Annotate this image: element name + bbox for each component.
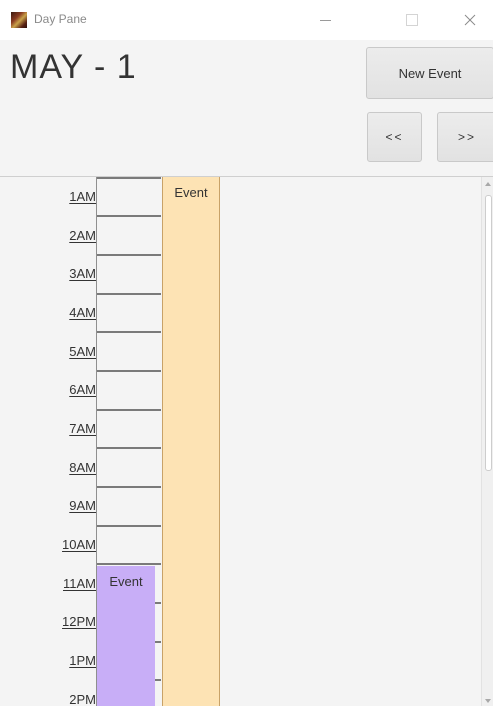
hour-labels-column: 1AM 2AM 3AM 4AM 5AM 6AM 7AM 8AM 9AM 10AM… — [0, 177, 96, 706]
hour-gridline — [97, 525, 161, 527]
hour-gridline — [97, 370, 161, 372]
hour-gridline — [97, 563, 161, 565]
hour-label: 2AM — [69, 228, 96, 243]
new-event-button[interactable]: New Event — [366, 47, 493, 99]
date-title: MAY - 1 — [10, 48, 137, 86]
minimize-icon — [319, 19, 331, 21]
hour-label: 1AM — [69, 189, 96, 204]
next-day-button[interactable]: >> — [437, 112, 493, 162]
scrollbar-thumb[interactable] — [485, 195, 492, 471]
hour-label: 6AM — [69, 382, 96, 397]
hour-gridline — [97, 447, 161, 449]
scroll-up-arrow-icon[interactable] — [485, 182, 491, 186]
scroll-down-arrow-icon[interactable] — [485, 699, 491, 703]
hour-label: 5AM — [69, 344, 96, 359]
hour-gridline — [97, 409, 161, 411]
hour-label: 9AM — [69, 498, 96, 513]
window-title: Day Pane — [34, 12, 87, 26]
hour-gridline — [97, 177, 161, 179]
maximize-icon — [406, 14, 418, 26]
hour-label: 4AM — [69, 305, 96, 320]
hour-label: 8AM — [69, 460, 96, 475]
vertical-scrollbar[interactable] — [481, 177, 493, 706]
app-logo-icon — [11, 12, 27, 28]
hour-gridline — [97, 486, 161, 488]
hour-label: 3AM — [69, 266, 96, 281]
hour-gridline — [97, 293, 161, 295]
maximize-button[interactable] — [389, 0, 435, 40]
hour-label: 1PM — [69, 653, 96, 668]
hour-label: 10AM — [62, 537, 96, 552]
event-block[interactable]: Event — [96, 566, 155, 706]
previous-day-button[interactable]: << — [367, 112, 422, 162]
title-bar[interactable]: Day Pane — [0, 0, 493, 40]
hour-gridline — [97, 331, 161, 333]
hour-label: 7AM — [69, 421, 96, 436]
hour-label: 2PM — [69, 692, 96, 706]
hour-label: 12PM — [62, 614, 96, 629]
minimize-button[interactable] — [302, 0, 348, 40]
schedule-area[interactable]: 1AM 2AM 3AM 4AM 5AM 6AM 7AM 8AM 9AM 10AM… — [0, 176, 493, 706]
close-icon — [464, 14, 476, 26]
day-pane-window: Day Pane MAY - 1 New Event << >> 1AM 2AM… — [0, 0, 493, 706]
hour-gridline — [97, 215, 161, 217]
event-block[interactable]: Event — [162, 177, 220, 706]
hour-label: 11AM — [63, 576, 96, 591]
hour-gridline — [97, 254, 161, 256]
close-button[interactable] — [447, 0, 493, 40]
